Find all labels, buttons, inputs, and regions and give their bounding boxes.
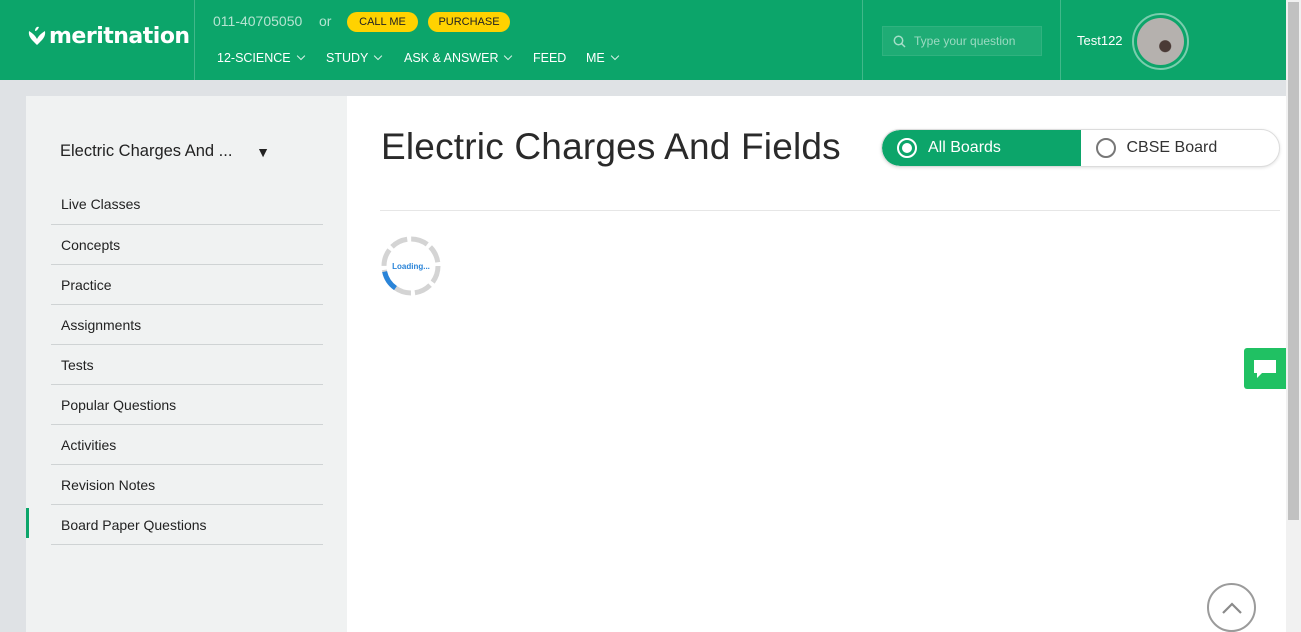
chevron-down-icon	[374, 51, 383, 61]
loading-text: Loading...	[392, 261, 430, 271]
nav-12-science[interactable]: 12-SCIENCE	[217, 51, 305, 65]
header-divider	[194, 0, 195, 80]
top-header: meritnation 011-40705050 or CALL ME PURC…	[0, 0, 1286, 80]
chat-button[interactable]	[1244, 348, 1286, 389]
nav-label: FEED	[533, 51, 567, 65]
chapter-select-label: Electric Charges And ...	[60, 142, 233, 160]
nav-label: STUDY	[326, 51, 369, 65]
scrollbar-thumb[interactable]	[1288, 2, 1299, 520]
main-content: Electric Charges And Fields All Boards C…	[347, 96, 1286, 632]
board-label: All Boards	[928, 139, 1001, 156]
sidebar-item-activities[interactable]: Activities	[51, 425, 323, 465]
sidebar-item-popular-questions[interactable]: Popular Questions	[51, 385, 323, 425]
avatar-image	[1137, 18, 1184, 65]
sidebar-item-label: Concepts	[61, 236, 121, 253]
sidebar-item-board-paper-questions[interactable]: Board Paper Questions	[26, 505, 323, 545]
nav-label: ME	[586, 51, 605, 65]
chapter-sidebar: Electric Charges And ... ▼ Live Classes …	[26, 96, 347, 632]
or-text: or	[319, 13, 332, 29]
chevron-down-icon	[296, 51, 305, 61]
board-toggle: All Boards CBSE Board	[881, 129, 1280, 167]
sidebar-item-label: Popular Questions	[61, 396, 177, 413]
sidebar-item-label: Assignments	[61, 316, 142, 333]
sidebar-item-tests[interactable]: Tests	[51, 345, 323, 385]
header-divider	[1060, 0, 1061, 80]
logo-text: meritnation	[49, 24, 190, 49]
loading-spinner: Loading...	[380, 235, 442, 297]
meritnation-logo[interactable]: meritnation	[26, 22, 190, 49]
radio-icon	[1095, 138, 1116, 158]
scroll-top-icon	[1221, 601, 1242, 614]
sidebar-item-revision-notes[interactable]: Revision Notes	[51, 465, 323, 505]
header-divider	[862, 0, 863, 80]
chat-icon	[1254, 359, 1276, 378]
scroll-top-button[interactable]	[1207, 583, 1256, 632]
sidebar-item-concepts[interactable]: Concepts	[51, 225, 323, 265]
username[interactable]: Test122	[1077, 33, 1123, 48]
sidebar-item-live-classes[interactable]: Live Classes	[51, 184, 323, 225]
phone-number: 011-40705050	[213, 13, 303, 29]
purchase-button[interactable]: PURCHASE	[428, 12, 510, 32]
nav-label: ASK & ANSWER	[404, 51, 499, 65]
all-boards-option[interactable]: All Boards	[882, 130, 1081, 166]
page-title: Electric Charges And Fields	[381, 126, 841, 167]
question-search[interactable]	[882, 26, 1042, 56]
section-divider	[380, 210, 1280, 211]
chapter-select[interactable]: Electric Charges And ... ▼	[60, 142, 270, 161]
radio-icon	[897, 138, 917, 158]
sidebar-item-practice[interactable]: Practice	[51, 265, 323, 305]
meritnation-logo-icon	[28, 26, 46, 45]
chevron-down-icon	[504, 51, 513, 61]
sidebar-item-label: Board Paper Questions	[61, 516, 207, 533]
board-label: CBSE Board	[1126, 139, 1218, 156]
chevron-down-icon	[610, 51, 619, 61]
sidebar-menu: Live Classes Concepts Practice Assignmen…	[26, 184, 323, 545]
sidebar-item-label: Live Classes	[61, 196, 141, 212]
search-icon	[893, 35, 906, 48]
dropdown-triangle-icon: ▼	[256, 143, 270, 160]
sidebar-item-label: Practice	[61, 276, 112, 293]
nav-feed[interactable]: FEED	[533, 51, 566, 65]
search-input[interactable]	[914, 34, 1034, 48]
nav-study[interactable]: STUDY	[326, 51, 383, 65]
nav-ask-answer[interactable]: ASK & ANSWER	[404, 51, 513, 65]
call-me-button[interactable]: CALL ME	[347, 12, 418, 32]
sidebar-item-label: Revision Notes	[61, 476, 156, 493]
sidebar-item-label: Activities	[61, 436, 117, 453]
nav-label: 12-SCIENCE	[217, 51, 291, 65]
sidebar-item-label: Tests	[61, 356, 94, 373]
cbse-board-option[interactable]: CBSE Board	[1081, 130, 1280, 166]
nav-me[interactable]: ME	[586, 51, 619, 65]
sidebar-item-assignments[interactable]: Assignments	[51, 305, 323, 345]
avatar[interactable]	[1132, 13, 1189, 70]
